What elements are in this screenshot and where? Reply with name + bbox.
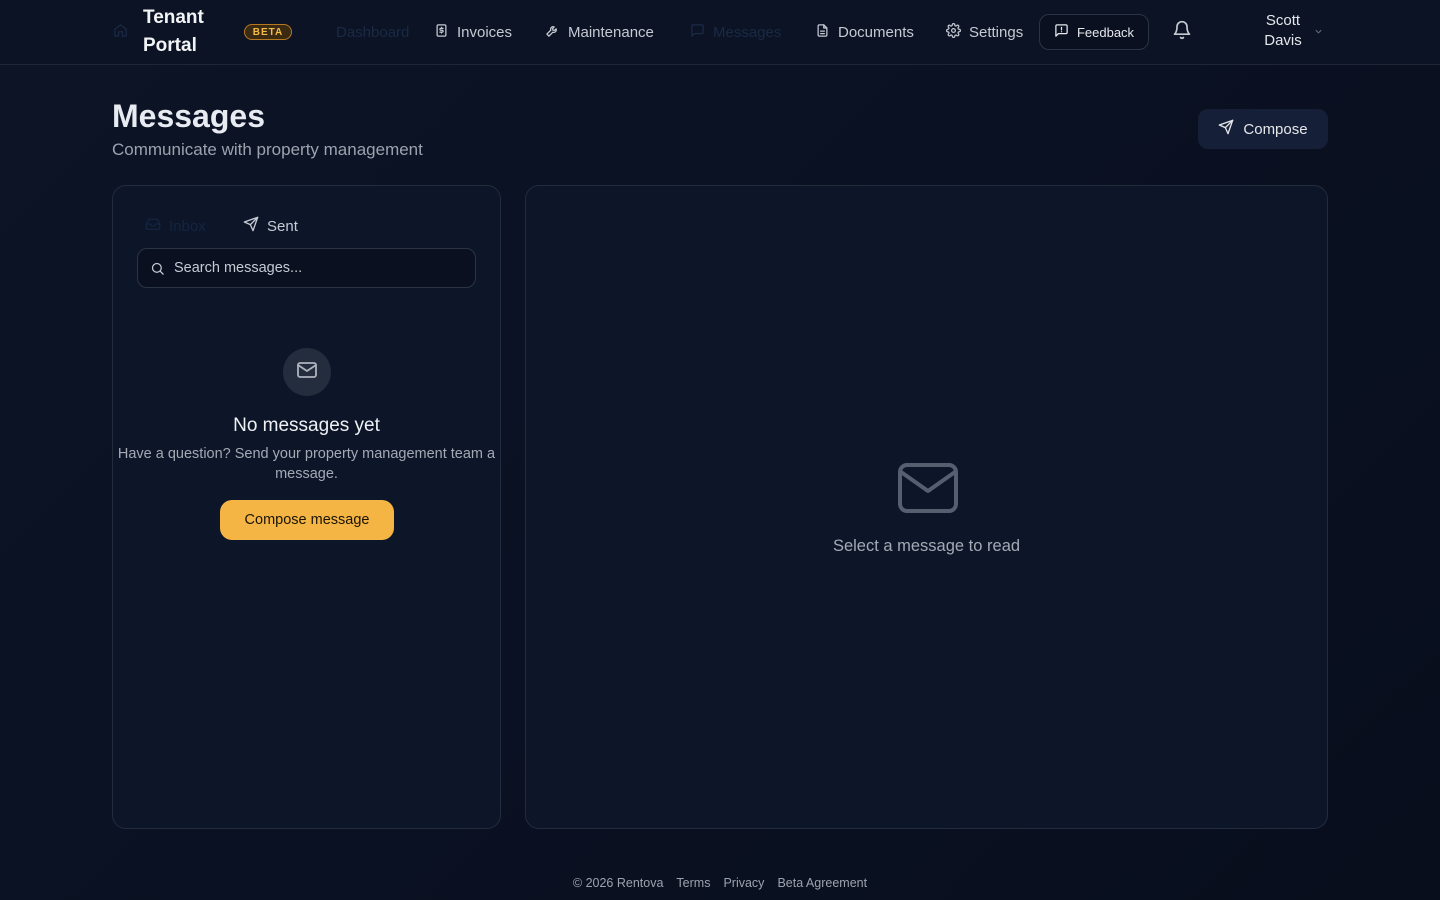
message-list-panel: Inbox Sent No messages yet Have a questi…	[112, 185, 501, 829]
reader-placeholder-text: Select a message to read	[832, 537, 1021, 555]
search-icon	[150, 261, 165, 276]
chevron-down-icon	[1313, 24, 1324, 41]
bell-icon	[1172, 20, 1192, 44]
nav-dashboard[interactable]: Dashboard	[113, 20, 409, 44]
feedback-label: Feedback	[1076, 24, 1135, 40]
message-reader-panel: Select a message to read	[525, 185, 1328, 829]
compose-button[interactable]: Compose	[1198, 109, 1328, 149]
search-input[interactable]	[174, 249, 464, 287]
tab-sent-label: Sent	[267, 217, 298, 235]
tab-inbox[interactable]: Inbox	[145, 215, 206, 237]
nav-invoices-label: Invoices	[457, 23, 513, 41]
footer-link-terms[interactable]: Terms	[676, 876, 710, 894]
send-icon	[1218, 119, 1234, 139]
document-icon	[815, 23, 830, 42]
footer: © 2026 Rentova Terms Privacy Beta Agreem…	[0, 876, 1440, 894]
footer-copyright: © 2026 Rentova	[572, 876, 664, 890]
mail-icon	[897, 462, 959, 514]
tab-inbox-label: Inbox	[169, 217, 206, 235]
user-menu-toggle[interactable]	[1313, 24, 1325, 38]
mail-icon	[295, 358, 319, 387]
nav-messages[interactable]: Messages	[690, 20, 781, 44]
feedback-button[interactable]: Feedback	[1039, 14, 1149, 50]
nav-dashboard-label: Dashboard	[336, 23, 410, 41]
feedback-icon	[1054, 23, 1069, 41]
search-box	[137, 248, 476, 288]
footer-link-beta-agreement[interactable]: Beta Agreement	[777, 876, 867, 894]
gear-icon	[946, 22, 961, 42]
chat-icon	[690, 23, 705, 42]
inbox-icon	[145, 216, 161, 236]
notifications-button[interactable]	[1172, 20, 1194, 44]
compose-label: Compose	[1243, 120, 1308, 138]
nav-documents[interactable]: Documents	[815, 20, 914, 44]
home-icon	[113, 23, 128, 42]
nav-invoices[interactable]: Invoices	[434, 20, 512, 44]
nav-settings-label: Settings	[969, 23, 1024, 41]
page-subtitle: Communicate with property management	[112, 140, 423, 159]
dollar-file-icon	[434, 23, 449, 42]
nav-maintenance[interactable]: Maintenance	[545, 20, 654, 44]
nav-messages-label: Messages	[713, 23, 782, 41]
compose-message-button[interactable]: Compose message	[220, 500, 394, 540]
empty-state-icon-circle	[283, 348, 331, 396]
nav-documents-label: Documents	[838, 23, 914, 41]
empty-state-title: No messages yet	[233, 415, 380, 436]
wrench-icon	[545, 23, 560, 42]
tab-sent[interactable]: Sent	[243, 215, 298, 237]
footer-link-privacy[interactable]: Privacy	[723, 876, 764, 894]
send-icon	[243, 216, 259, 236]
nav-maintenance-label: Maintenance	[568, 23, 654, 41]
empty-state-text: Have a question? Send your property mana…	[117, 446, 496, 482]
top-navbar: Tenant Portal BETA Dashboard Invoices Ma…	[0, 0, 1440, 65]
page-title: Messages	[112, 98, 265, 134]
nav-settings[interactable]: Settings	[946, 20, 1023, 44]
user-name[interactable]: Scott Davis	[1255, 11, 1311, 51]
